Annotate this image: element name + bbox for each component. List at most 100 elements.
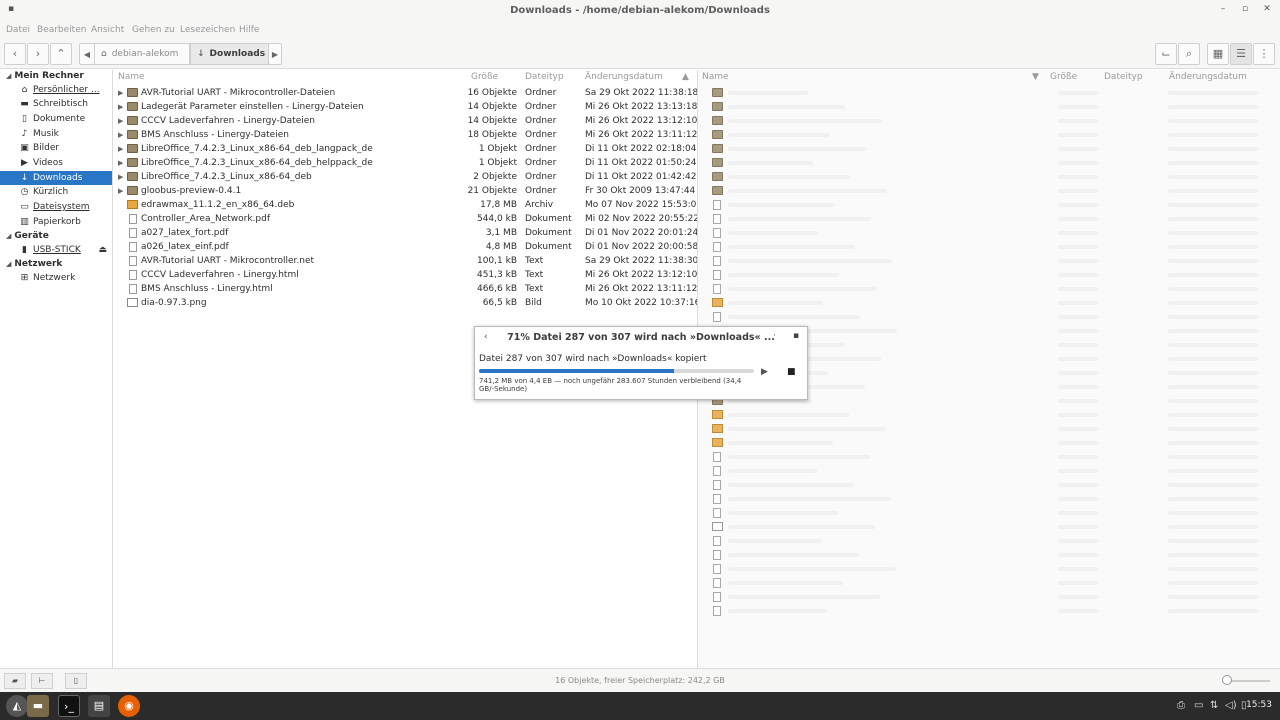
expander-icon[interactable]: ▶ — [118, 114, 123, 128]
column-header-size[interactable]: Größe — [471, 72, 498, 82]
file-row[interactable]: ▶ LibreOffice_7.4.2.3_Linux_x86-64_deb 2 O… — [114, 170, 696, 184]
sidebar-item-trash[interactable]: ▥ Papierkorb — [0, 215, 112, 229]
column-header-type[interactable]: Dateityp — [525, 72, 564, 82]
file-row[interactable] — [698, 562, 1280, 576]
expander-icon[interactable]: ▶ — [118, 184, 123, 198]
sidebar-item-pictures[interactable]: ▣ Bilder — [0, 141, 112, 155]
dialog-close-button[interactable]: ▪ — [793, 331, 799, 341]
sidebar-item-home[interactable]: ⌂ Persönlicher ... — [0, 83, 112, 97]
file-row[interactable] — [698, 212, 1280, 226]
taskbar-files-app[interactable]: ▬ — [27, 695, 49, 717]
sidebar-item-recent[interactable]: ◷ Kürzlich — [0, 185, 112, 199]
pause-resume-button[interactable]: ▶ — [761, 367, 768, 377]
sidebar-section-netzwerk[interactable]: ◢ Netzwerk — [6, 259, 62, 269]
file-row[interactable] — [698, 114, 1280, 128]
path-scroll-left-button[interactable]: ◀ — [79, 43, 95, 65]
sidebar-item-usb-stick[interactable]: ▮ USB-STICK ⏏ — [0, 243, 112, 257]
file-row[interactable] — [698, 408, 1280, 422]
eject-icon[interactable]: ⏏ — [98, 243, 107, 257]
file-row[interactable]: ▶ LibreOffice_7.4.2.3_Linux_x86-64_deb_la… — [114, 142, 696, 156]
column-header-date[interactable]: Änderungsdatum — [585, 72, 663, 82]
menu-gehen-zu[interactable]: Gehen zu — [132, 25, 175, 35]
column-header-name[interactable]: Name — [702, 72, 729, 82]
close-button[interactable]: ✕ — [1260, 4, 1274, 18]
printer-icon[interactable]: ⎙ — [1177, 700, 1185, 711]
volume-icon[interactable]: ◁) — [1225, 700, 1237, 711]
file-row[interactable]: ▶ CCCV Ladeverfahren - Linergy-Dateien 14 … — [114, 114, 697, 128]
taskbar-firefox-app[interactable]: ◉ — [118, 695, 140, 717]
column-header-size[interactable]: Größe — [1050, 72, 1077, 82]
sidebar-section-mein-rechner[interactable]: ◢ Mein Rechner — [6, 71, 84, 81]
file-row[interactable] — [698, 128, 1280, 142]
compact-view-button[interactable]: ⋮ — [1253, 43, 1275, 65]
file-row[interactable] — [698, 576, 1280, 590]
file-row[interactable] — [698, 254, 1280, 268]
column-header-name[interactable]: Name — [118, 72, 145, 82]
menu-ansicht[interactable]: Ansicht — [91, 25, 124, 35]
file-row[interactable] — [698, 198, 1280, 212]
file-row[interactable] — [698, 464, 1280, 478]
file-row[interactable] — [698, 100, 1280, 114]
search-button[interactable]: ⌕ — [1178, 43, 1200, 65]
file-row[interactable]: AVR-Tutorial UART - Mikrocontroller.net 1… — [114, 254, 698, 268]
file-row[interactable] — [698, 450, 1280, 464]
back-button[interactable]: ‹ — [4, 43, 26, 65]
file-row[interactable]: ▶ LibreOffice_7.4.2.3_Linux_x86-64_deb_he… — [114, 156, 696, 170]
expander-icon[interactable]: ▶ — [118, 100, 123, 114]
start-menu-button[interactable]: ◭ — [6, 695, 28, 717]
file-row[interactable] — [698, 184, 1280, 198]
file-row[interactable] — [698, 240, 1280, 254]
path-scroll-right-button[interactable]: ▶ — [268, 43, 282, 65]
sidebar-item-desktop[interactable]: ▬ Schreibtisch — [0, 97, 112, 111]
file-row[interactable]: dia-0.97.3.png 66,5 kB Bild Mo 10 Okt 2022 … — [114, 296, 700, 310]
file-row[interactable] — [698, 268, 1280, 282]
file-row[interactable] — [698, 604, 1280, 618]
stop-button[interactable]: ■ — [787, 367, 796, 377]
file-row[interactable] — [698, 506, 1280, 520]
menu-lesezeichen[interactable]: Lesezeichen — [180, 25, 235, 35]
breadcrumb-downloads[interactable]: ↓ Downloads — [190, 43, 269, 65]
display-icon[interactable]: ▭ — [1194, 700, 1203, 711]
file-row[interactable] — [698, 492, 1280, 506]
sidebar-item-music[interactable]: ♪ Musik — [0, 127, 112, 141]
menu-hilfe[interactable]: Hilfe — [239, 25, 259, 35]
file-row[interactable] — [698, 534, 1280, 548]
file-row[interactable] — [698, 436, 1280, 450]
dialog-minimize-button[interactable]: · — [773, 331, 776, 341]
sidebar-item-documents[interactable]: ▯ Dokumente — [0, 112, 112, 126]
file-row[interactable] — [698, 226, 1280, 240]
file-row[interactable]: ▶ BMS Anschluss - Linergy-Dateien 18 Objek… — [114, 128, 697, 142]
sidebar-item-network[interactable]: ⊞ Netzwerk — [0, 271, 112, 285]
file-row[interactable] — [698, 548, 1280, 562]
column-header-type[interactable]: Dateityp — [1104, 72, 1143, 82]
sidebar-item-downloads[interactable]: ↓ Downloads — [0, 171, 112, 185]
file-row[interactable] — [698, 590, 1280, 604]
file-row[interactable]: ▶ AVR-Tutorial UART - Mikrocontroller-Dat… — [114, 86, 698, 100]
file-row[interactable] — [698, 282, 1280, 296]
menu-bearbeiten[interactable]: Bearbeiten — [37, 25, 86, 35]
file-row[interactable]: edrawmax_11.1.2_en_x86_64.deb 17,8 MB Arch… — [114, 198, 702, 212]
file-row[interactable]: Controller_Area_Network.pdf 544,0 kB Dokum… — [114, 212, 699, 226]
maximize-button[interactable]: ▫ — [1238, 4, 1252, 18]
column-header-date[interactable]: Änderungsdatum — [1169, 72, 1247, 82]
breadcrumb-home[interactable]: ⌂ debian-alekom — [94, 43, 190, 65]
sidebar-item-filesystem[interactable]: ▭ Dateisystem — [0, 200, 112, 214]
file-row[interactable] — [698, 310, 1280, 324]
expander-icon[interactable]: ▶ — [118, 170, 123, 184]
file-row[interactable]: BMS Anschluss - Linergy.html 466,6 kB Text… — [114, 282, 697, 296]
file-row[interactable] — [698, 422, 1280, 436]
toggle-location-button[interactable]: ⌙ — [1155, 43, 1177, 65]
zoom-slider-handle[interactable] — [1222, 675, 1232, 685]
taskbar-terminal-app[interactable]: ›_ — [58, 695, 80, 717]
up-button[interactable]: ⌃ — [50, 43, 72, 65]
minimize-button[interactable]: – — [1216, 4, 1230, 18]
file-row[interactable] — [698, 478, 1280, 492]
file-row[interactable] — [698, 86, 1280, 100]
taskbar-nemo-window[interactable]: ▤ — [88, 695, 110, 717]
sidebar-item-videos[interactable]: ▶ Videos — [0, 156, 112, 170]
file-row[interactable] — [698, 142, 1280, 156]
file-row[interactable] — [698, 156, 1280, 170]
network-status-icon[interactable]: ⇅ — [1210, 700, 1218, 711]
list-view-button[interactable]: ☰ — [1230, 43, 1252, 65]
menu-datei[interactable]: Datei — [6, 25, 30, 35]
